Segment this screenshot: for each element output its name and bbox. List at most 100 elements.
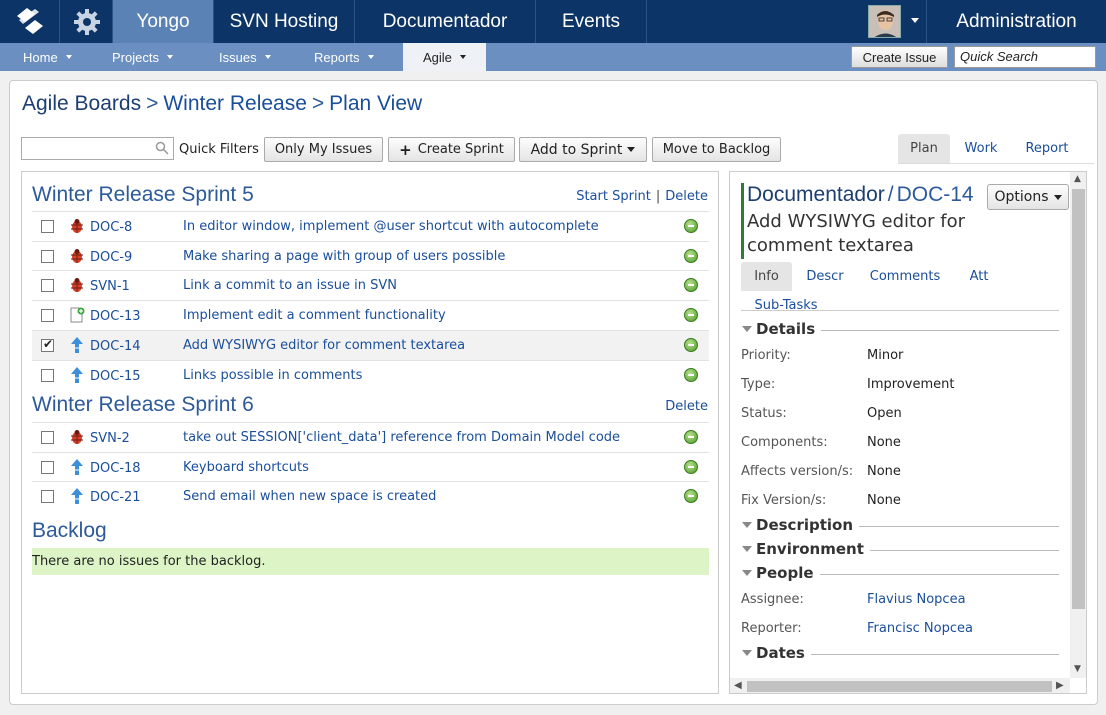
tab-sub-tasks[interactable]: Sub-Tasks — [749, 291, 823, 320]
create-issue-button[interactable]: Create Issue — [851, 46, 948, 68]
start-sprint-link[interactable]: Start Sprint — [576, 189, 651, 204]
table-row[interactable]: DOC-8 In editor window, implement @user … — [32, 211, 709, 241]
topnav-events[interactable]: Events — [536, 0, 647, 43]
subnav-agile[interactable]: Agile — [403, 43, 486, 71]
issue-summary[interactable]: Implement edit a comment functionality — [183, 308, 446, 323]
row-checkbox[interactable]: ✔ — [41, 337, 54, 352]
assignee-link[interactable]: Flavius Nopcea — [867, 592, 966, 607]
scroll-left-icon[interactable]: ◀ — [734, 680, 742, 691]
row-checkbox[interactable] — [41, 369, 54, 382]
add-to-sprint-button[interactable]: Add to Sprint — [519, 137, 647, 162]
dates-section-header[interactable]: Dates — [741, 644, 1059, 662]
tab-comments[interactable]: Comments — [866, 262, 944, 291]
details-section-header[interactable]: Details — [741, 320, 1059, 338]
delete-sprint-link[interactable]: Delete — [665, 399, 708, 414]
field-label: Priority: — [741, 348, 791, 363]
improvement-icon — [71, 367, 83, 383]
field-value: None — [867, 435, 901, 450]
settings-button[interactable] — [61, 0, 113, 43]
subnav-issues[interactable]: Issues — [219, 43, 271, 71]
issue-key[interactable]: DOC-15 — [90, 369, 141, 384]
row-checkbox[interactable] — [41, 309, 54, 322]
topnav-yongo[interactable]: Yongo — [113, 0, 214, 43]
tab-work[interactable]: Work — [956, 134, 1006, 163]
issue-summary[interactable]: Links possible in comments — [183, 368, 362, 383]
issue-key-link[interactable]: DOC-14 — [897, 183, 974, 206]
improvement-icon — [71, 488, 83, 504]
breadcrumb-winter-release[interactable]: Winter Release — [163, 92, 307, 115]
tab-report[interactable]: Report — [1016, 134, 1078, 163]
reporter-link[interactable]: Francisc Nopcea — [867, 621, 973, 636]
chevron-down-icon — [459, 55, 466, 59]
table-row[interactable]: DOC-15 Links possible in comments — [32, 360, 709, 390]
row-checkbox[interactable] — [41, 279, 54, 292]
section-title: Environment — [756, 540, 870, 558]
tab-plan[interactable]: Plan — [898, 134, 950, 163]
bug-icon — [71, 430, 83, 444]
row-checkbox[interactable] — [41, 431, 54, 444]
horizontal-scrollbar[interactable]: ◀ ▶ — [730, 678, 1070, 693]
description-section-header[interactable]: Description — [741, 516, 1059, 534]
field-label: Components: — [741, 435, 828, 450]
issue-summary[interactable]: Make sharing a page with group of users … — [183, 249, 505, 264]
issue-key[interactable]: SVN-1 — [90, 279, 130, 294]
scrollbar-thumb[interactable] — [1072, 189, 1085, 609]
options-button[interactable]: Options — [987, 184, 1069, 210]
field-label: Status: — [741, 406, 787, 421]
issue-key[interactable]: DOC-13 — [90, 309, 141, 324]
project-link[interactable]: Documentador — [747, 183, 885, 206]
row-checkbox[interactable] — [41, 220, 54, 233]
table-row[interactable]: DOC-21 Send email when new space is crea… — [32, 481, 709, 511]
tab-descr[interactable]: Descr — [800, 262, 850, 291]
tab-attachments[interactable]: Att — [959, 262, 999, 291]
vertical-scrollbar[interactable]: ▲ ▼ — [1070, 172, 1086, 678]
only-my-issues-button[interactable]: Only My Issues — [264, 137, 383, 162]
issue-key[interactable]: DOC-18 — [90, 461, 141, 476]
row-checkbox[interactable] — [41, 250, 54, 263]
scroll-up-icon[interactable]: ▲ — [1074, 174, 1081, 184]
move-to-backlog-button[interactable]: Move to Backlog — [652, 137, 781, 162]
breadcrumb-plan-view[interactable]: Plan View — [329, 92, 422, 115]
issue-key[interactable]: DOC-14 — [90, 339, 141, 354]
scrollbar-thumb[interactable] — [747, 681, 1052, 692]
issue-summary[interactable]: Link a commit to an issue in SVN — [183, 278, 397, 293]
issue-key[interactable]: DOC-9 — [90, 250, 132, 265]
table-row[interactable]: ✔ DOC-14 Add WYSIWYG editor for comment … — [32, 330, 709, 360]
create-sprint-button[interactable]: + Create Sprint — [388, 137, 515, 162]
issue-summary[interactable]: In editor window, implement @user shortc… — [183, 219, 599, 234]
subnav-reports[interactable]: Reports — [314, 43, 374, 71]
issue-summary[interactable]: take out SESSION['client_data'] referenc… — [183, 430, 620, 445]
app-logo[interactable] — [0, 0, 60, 43]
delete-sprint-link[interactable]: Delete — [665, 189, 708, 204]
scroll-right-icon[interactable]: ▶ — [1056, 680, 1064, 691]
table-row[interactable]: DOC-13 Implement edit a comment function… — [32, 300, 709, 330]
filter-input[interactable] — [21, 137, 174, 160]
people-section-header[interactable]: People — [741, 564, 1059, 582]
collapse-triangle-icon — [742, 522, 752, 528]
issue-key[interactable]: DOC-21 — [90, 490, 141, 505]
environment-section-header[interactable]: Environment — [741, 540, 1059, 558]
user-menu[interactable] — [866, 4, 926, 40]
row-checkbox[interactable] — [41, 461, 54, 474]
topnav-administration[interactable]: Administration — [926, 0, 1106, 43]
scroll-down-icon[interactable]: ▼ — [1074, 664, 1081, 674]
subnav-projects[interactable]: Projects — [112, 43, 173, 71]
issue-summary[interactable]: Keyboard shortcuts — [183, 460, 309, 475]
create-sprint-label: Create Sprint — [417, 142, 504, 157]
issue-key[interactable]: SVN-2 — [90, 431, 130, 446]
issue-key[interactable]: DOC-8 — [90, 220, 132, 235]
quick-search-input[interactable]: Quick Search — [954, 46, 1096, 68]
tab-info[interactable]: Info — [741, 262, 792, 291]
row-checkbox[interactable] — [41, 490, 54, 503]
table-row[interactable]: DOC-18 Keyboard shortcuts — [32, 452, 709, 482]
breadcrumb: Agile Boards > Winter Release > Plan View — [22, 92, 423, 115]
table-row[interactable]: SVN-1 Link a commit to an issue in SVN — [32, 270, 709, 300]
topnav-svn-hosting[interactable]: SVN Hosting — [214, 0, 355, 43]
subnav-home[interactable]: Home — [23, 43, 72, 71]
issue-summary[interactable]: Send email when new space is created — [183, 489, 436, 504]
issue-summary[interactable]: Add WYSIWYG editor for comment textarea — [183, 338, 465, 353]
table-row[interactable]: DOC-9 Make sharing a page with group of … — [32, 241, 709, 271]
table-row[interactable]: SVN-2 take out SESSION['client_data'] re… — [32, 422, 709, 452]
breadcrumb-agile-boards[interactable]: Agile Boards — [22, 92, 141, 115]
topnav-documentador[interactable]: Documentador — [355, 0, 536, 43]
